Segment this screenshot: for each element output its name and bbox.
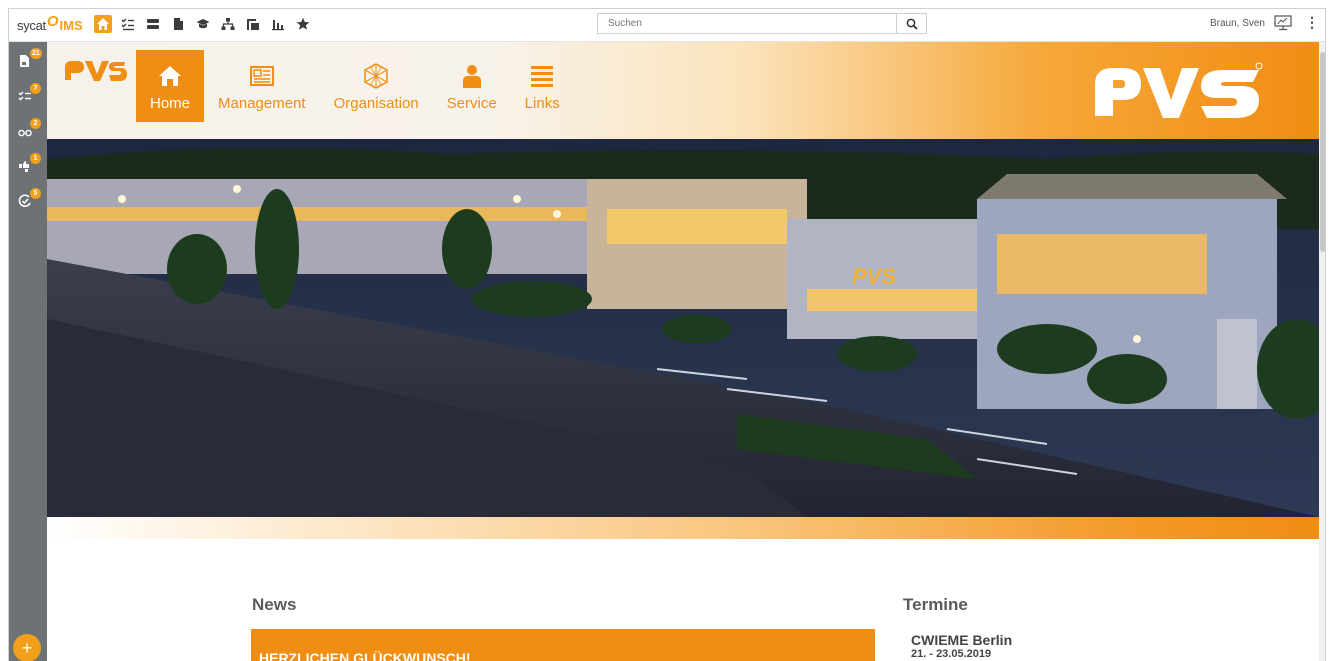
news-heading: News — [252, 595, 297, 614]
nav-management[interactable]: Management — [204, 50, 320, 122]
badge-acknowledge: 5 — [30, 188, 41, 199]
scrollbar[interactable] — [1319, 42, 1325, 661]
brand-suffix: IMS — [59, 18, 83, 33]
newspaper-icon — [249, 66, 274, 86]
user-name[interactable]: Braun, Sven — [1210, 18, 1265, 29]
layers-icon[interactable] — [144, 15, 162, 33]
main-content: Home Management Organisation Service Lin… — [47, 42, 1319, 661]
document-icon[interactable] — [169, 15, 187, 33]
nav-management-label: Management — [218, 95, 306, 112]
add-button[interactable]: + — [13, 634, 41, 661]
nav-links[interactable]: Links — [511, 50, 574, 122]
news-card-title: HERZLICHEN GLÜCKWUNSCH! — [259, 650, 471, 661]
scrollbar-thumb[interactable] — [1320, 52, 1325, 252]
network-icon — [364, 63, 388, 89]
checklist-icon[interactable] — [119, 15, 137, 33]
sidebar-item-tasks[interactable]: 7 — [18, 83, 42, 105]
nav-links-label: Links — [524, 95, 560, 112]
toolbar-icons — [94, 15, 312, 33]
graduation-cap-icon[interactable] — [194, 15, 212, 33]
badge-review: 2 — [30, 118, 41, 129]
brand-o: O — [46, 13, 59, 30]
nav-organisation-label: Organisation — [333, 95, 419, 112]
nav-organisation[interactable]: Organisation — [320, 50, 433, 122]
nav-service[interactable]: Service — [433, 50, 511, 122]
badge-tasks: 7 — [30, 83, 41, 94]
more-menu-icon[interactable]: ⋮ — [1305, 15, 1319, 33]
org-chart-icon[interactable] — [219, 15, 237, 33]
sidebar-item-acknowledge[interactable]: 5 — [18, 188, 42, 210]
search-button[interactable] — [897, 13, 927, 34]
intranet-header: Home Management Organisation Service Lin… — [47, 42, 1319, 139]
pvs-logo-large[interactable] — [1093, 60, 1265, 122]
star-icon[interactable] — [294, 15, 312, 33]
search-input[interactable] — [597, 13, 897, 34]
app-window: sycat O IMS Suchen Braun, Sven ⋮ 21 7 2 … — [8, 8, 1326, 661]
main-nav: Home Management Organisation Service Lin… — [136, 50, 574, 122]
left-sidebar: 21 7 2 1 5 + — [9, 42, 47, 661]
svg-text:PVS: PVS — [852, 264, 896, 289]
app-logo[interactable]: sycat O IMS — [17, 13, 83, 33]
top-bar: sycat O IMS Suchen Braun, Sven ⋮ — [9, 9, 1325, 42]
nav-home-label: Home — [150, 95, 191, 112]
event-date: 21. - 23.05.2019 — [911, 648, 992, 660]
sidebar-item-documents[interactable]: 21 — [18, 48, 42, 70]
nav-home[interactable]: Home — [136, 50, 205, 122]
sidebar-item-review[interactable]: 2 — [18, 118, 42, 140]
person-icon — [462, 65, 481, 88]
copy-icon[interactable] — [244, 15, 262, 33]
brand-prefix: sycat — [17, 18, 46, 33]
pvs-logo-small[interactable] — [59, 56, 127, 86]
menu-lines-icon — [531, 66, 554, 87]
badge-feedback: 1 — [30, 153, 41, 164]
sidebar-item-feedback[interactable]: 1 — [18, 153, 42, 175]
monitor-icon[interactable] — [1274, 15, 1292, 31]
event-title[interactable]: CWIEME Berlin — [911, 632, 1012, 648]
bar-chart-icon[interactable] — [269, 15, 287, 33]
news-card[interactable]: HERZLICHEN GLÜCKWUNSCH! — [251, 629, 875, 661]
search-icon — [906, 18, 918, 30]
decorative-strip — [47, 517, 1319, 539]
nav-service-label: Service — [446, 95, 497, 112]
hero-image: PVS — [47, 139, 1319, 517]
home-icon[interactable] — [94, 15, 112, 33]
home-icon — [159, 66, 181, 86]
badge-documents: 21 — [30, 48, 42, 59]
termine-heading: Termine — [903, 595, 968, 614]
